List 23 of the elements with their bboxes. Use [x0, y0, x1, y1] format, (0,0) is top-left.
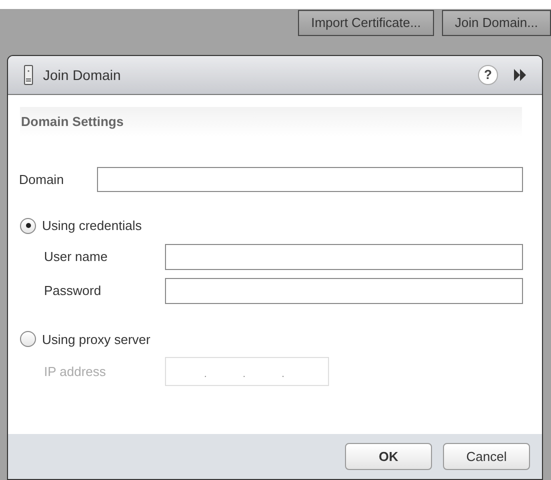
toolbar-button[interactable]: Import Certificate... — [298, 10, 434, 36]
double-arrow-icon[interactable] — [514, 69, 526, 81]
field-label: Domain — [19, 170, 65, 189]
radio-button[interactable] — [20, 218, 36, 234]
dialog-title: Join Domain — [43, 66, 122, 84]
dialog-button[interactable]: OK — [345, 443, 432, 470]
field-label: Password — [44, 282, 102, 300]
ip-separator: . — [242, 370, 246, 380]
server-icon — [24, 65, 33, 85]
section-title: Domain Settings — [21, 113, 124, 132]
text-field[interactable] — [165, 244, 523, 270]
toolbar-button[interactable]: Join Domain... — [442, 10, 551, 36]
text-field[interactable] — [165, 278, 523, 304]
field-label: User name — [44, 248, 109, 266]
ip-separator: . — [204, 370, 207, 380]
dialog-button[interactable]: Cancel — [443, 443, 530, 470]
field-label: IP address — [44, 362, 107, 381]
domain-field[interactable] — [97, 167, 523, 192]
radio-button[interactable] — [20, 331, 36, 348]
radio-label: Using proxy server — [42, 330, 150, 349]
help-button[interactable]: ? — [478, 65, 498, 85]
radio-label: Using credentials — [42, 217, 142, 235]
ip-separator: . — [282, 370, 284, 380]
